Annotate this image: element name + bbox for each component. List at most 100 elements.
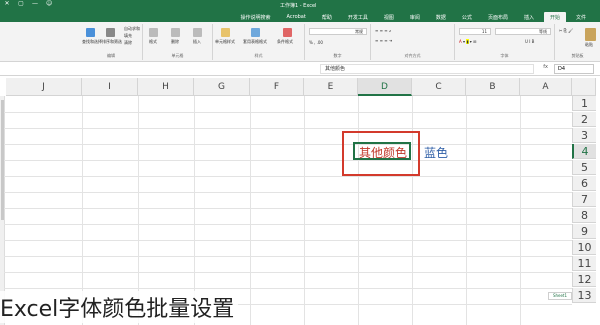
cell-style-icon[interactable]: [221, 28, 230, 37]
number-format-select[interactable]: 常规: [309, 28, 367, 35]
tab-file[interactable]: 文件: [570, 12, 592, 22]
tab-developer[interactable]: 开发工具: [342, 12, 374, 22]
row-header-10[interactable]: 10: [572, 240, 596, 255]
group-cells: 格式 删除 插入 单元格: [142, 24, 212, 60]
bold-italic-underline[interactable]: U I B: [525, 39, 534, 44]
conditional-format-label: 条件格式: [277, 39, 293, 44]
find-select-icon[interactable]: [86, 28, 95, 37]
sort-filter-icon[interactable]: [106, 28, 115, 37]
grid-line: [4, 272, 572, 273]
window-controls: ✕ ▢ — ☺: [4, 1, 52, 7]
user-icon[interactable]: ☺: [46, 1, 52, 7]
group-label-font: 字体: [500, 53, 509, 58]
ribbon: 查找和选择 排序和筛选 自动求和 填充 清除 编辑 格式 删除 插入 单元格 单…: [0, 22, 600, 62]
grid-line: [4, 224, 572, 225]
grid-line: [466, 96, 467, 325]
row-header-4[interactable]: 4: [572, 144, 596, 159]
tab-acrobat[interactable]: Acrobat: [281, 12, 312, 22]
font-size-select[interactable]: 11: [459, 28, 491, 35]
tab-formulas[interactable]: 公式: [456, 12, 478, 22]
row-header-1[interactable]: 1: [572, 96, 596, 111]
grid-line: [4, 128, 572, 129]
conditional-format-icon[interactable]: [283, 28, 292, 37]
grid-line: [4, 288, 572, 289]
group-styles: 单元格样式 套用表格格式 条件格式 样式: [212, 24, 304, 60]
group-font: 等线 11 A ▾ ▮ ▾ ⊞ U I B 字体: [454, 24, 554, 60]
tab-data[interactable]: 数据: [430, 12, 452, 22]
group-label-clipboard: 剪贴板: [571, 53, 584, 58]
sheet-tab[interactable]: Sheet1: [548, 292, 572, 300]
find-select-label: 查找和选择: [82, 39, 102, 44]
row-header-7[interactable]: 7: [572, 192, 596, 207]
tab-insert[interactable]: 插入: [518, 12, 540, 22]
grid-line: [4, 160, 572, 161]
column-header-e[interactable]: E: [304, 78, 358, 96]
font-name-select[interactable]: 等线: [495, 28, 551, 35]
delete-icon[interactable]: [171, 28, 180, 37]
row-header-9[interactable]: 9: [572, 224, 596, 239]
alignment-buttons-bottom[interactable]: ≡ ≡ ≡ ⇥: [375, 38, 392, 43]
column-header-j[interactable]: J: [6, 78, 82, 96]
group-number: 常规 % , .00 数字: [304, 24, 370, 60]
tab-help[interactable]: 帮助: [316, 12, 338, 22]
worksheet-grid[interactable]: A B C D E F G H I J 1 2 3 4 5 6 7 8 9 10…: [0, 78, 600, 325]
format-icon[interactable]: [149, 28, 158, 37]
insert-icon[interactable]: [193, 28, 202, 37]
caption-text: Excel字体颜色批量设置: [0, 291, 239, 323]
column-header-i[interactable]: I: [82, 78, 138, 96]
paste-label: 粘贴: [585, 42, 593, 47]
cut-copy-buttons[interactable]: ✂ ⎘ 🖌: [559, 28, 573, 33]
grid-line: [4, 240, 572, 241]
fill-button[interactable]: 填充: [124, 33, 132, 39]
font-color-buttons[interactable]: A ▾ ▮ ▾ ⊞: [459, 39, 476, 44]
tell-me-search[interactable]: 操作说明搜索: [235, 12, 277, 22]
clear-button[interactable]: 清除: [124, 40, 132, 46]
group-clipboard: 粘贴 ✂ ⎘ 🖌 剪贴板: [554, 24, 600, 60]
maximize-window-icon[interactable]: ▢: [18, 1, 24, 7]
row-header-3[interactable]: 3: [572, 128, 596, 143]
number-format-buttons[interactable]: % , .00: [309, 40, 323, 45]
autosum-button[interactable]: 自动求和: [124, 26, 140, 32]
column-header-h[interactable]: H: [138, 78, 194, 96]
group-label-alignment: 对齐方式: [404, 53, 421, 58]
row-header-5[interactable]: 5: [572, 160, 596, 175]
row-header-2[interactable]: 2: [572, 112, 596, 127]
column-header-f[interactable]: F: [250, 78, 304, 96]
grid-line: [4, 256, 572, 257]
column-header-a[interactable]: A: [520, 78, 572, 96]
grid-line: [4, 144, 572, 145]
ribbon-tab-bar: 文件 开始 插入 页面布局 公式 数据 审阅 视图 开发工具 帮助 Acroba…: [0, 10, 600, 22]
alignment-buttons-top[interactable]: ≡ ≡ ≡ ⤶: [375, 28, 391, 33]
grid-line: [520, 96, 521, 325]
table-format-icon[interactable]: [251, 28, 260, 37]
tab-view[interactable]: 视图: [378, 12, 400, 22]
row-header-12[interactable]: 12: [572, 272, 596, 287]
row-header-13[interactable]: 13: [572, 288, 596, 303]
group-label-number: 数字: [333, 53, 342, 58]
paste-icon[interactable]: [585, 28, 596, 41]
column-header-b[interactable]: B: [466, 78, 520, 96]
select-all-corner[interactable]: [572, 78, 596, 96]
column-header-d[interactable]: D: [358, 78, 412, 96]
delete-label: 删除: [171, 39, 179, 44]
format-label: 格式: [149, 39, 157, 44]
cell-c4[interactable]: 蓝色: [424, 144, 448, 161]
fx-icon[interactable]: fx: [543, 64, 548, 70]
tab-page-layout[interactable]: 页面布局: [482, 12, 514, 22]
tab-home[interactable]: 开始: [543, 12, 566, 22]
tab-review[interactable]: 审阅: [404, 12, 426, 22]
name-box[interactable]: D4: [554, 64, 594, 74]
formula-input[interactable]: 其他颜色: [320, 64, 534, 74]
title-bar: ✕ ▢ — ☺ 工作簿1 - Excel: [0, 0, 600, 10]
minimize-window-icon[interactable]: —: [32, 1, 38, 7]
window-title: 工作簿1 - Excel: [280, 3, 317, 9]
grid-line: [250, 96, 251, 325]
close-window-icon[interactable]: ✕: [4, 1, 10, 7]
row-header-6[interactable]: 6: [572, 176, 596, 191]
table-format-label: 套用表格格式: [243, 39, 267, 44]
row-header-8[interactable]: 8: [572, 208, 596, 223]
column-header-c[interactable]: C: [412, 78, 466, 96]
group-label-styles: 样式: [254, 53, 263, 58]
column-header-g[interactable]: G: [194, 78, 250, 96]
row-header-11[interactable]: 11: [572, 256, 596, 271]
